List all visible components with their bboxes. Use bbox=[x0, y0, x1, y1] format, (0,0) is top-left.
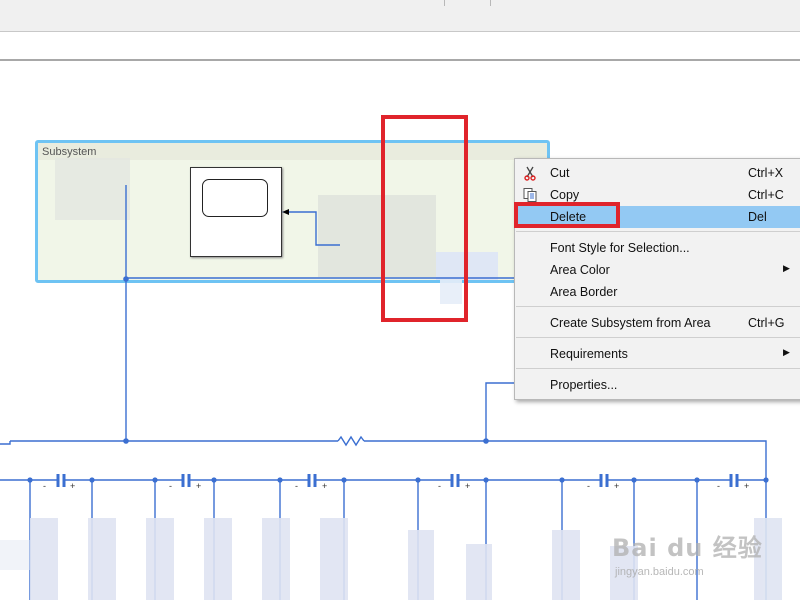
display-block-screen bbox=[202, 179, 268, 217]
plus-sign: + bbox=[70, 481, 76, 491]
submenu-arrow-icon: ▶ bbox=[783, 347, 790, 357]
minus-sign: - bbox=[717, 481, 720, 491]
menu-item-shortcut: Del bbox=[748, 210, 767, 224]
menu-separator bbox=[516, 337, 800, 338]
menu-item-label: Area Color bbox=[550, 263, 610, 277]
menu-item-requirements[interactable]: Requirements ▶ bbox=[515, 343, 800, 365]
menu-separator bbox=[516, 231, 800, 232]
menu-item-create-subsystem[interactable]: Create Subsystem from Area Ctrl+G bbox=[515, 312, 800, 334]
minus-sign: - bbox=[587, 481, 590, 491]
menu-item-shortcut: Ctrl+X bbox=[748, 166, 784, 180]
watermark-url: jingyan.baidu.com bbox=[615, 566, 704, 578]
signal-arrow bbox=[282, 209, 289, 215]
menu-separator bbox=[516, 306, 800, 307]
display-block[interactable] bbox=[190, 167, 282, 257]
submenu-arrow-icon: ▶ bbox=[783, 263, 790, 273]
menu-item-label: Font Style for Selection... bbox=[550, 241, 690, 255]
minus-sign: - bbox=[295, 481, 298, 491]
plus-sign: + bbox=[614, 481, 620, 491]
menu-item-label: Area Border bbox=[550, 285, 618, 299]
minus-sign: - bbox=[169, 481, 172, 491]
watermark-logo: Bai du 经验 bbox=[612, 534, 763, 562]
annotation-rectangle-delete bbox=[514, 202, 620, 228]
menu-item-shortcut: Ctrl+G bbox=[748, 316, 785, 330]
menu-item-font-style[interactable]: Font Style for Selection... bbox=[515, 237, 800, 259]
annotation-rectangle bbox=[381, 115, 468, 322]
menu-item-shortcut: Ctrl+C bbox=[748, 188, 784, 202]
menu-separator bbox=[516, 368, 800, 369]
minus-sign: - bbox=[438, 481, 441, 491]
menu-item-label: Copy bbox=[550, 188, 580, 202]
menu-item-properties[interactable]: Properties... bbox=[515, 374, 800, 396]
menu-item-label: Properties... bbox=[550, 378, 618, 392]
menu-item-area-border[interactable]: Area Border bbox=[515, 281, 800, 303]
context-menu[interactable]: Cut Ctrl+X Copy Ctrl+C Delete Del Font S… bbox=[514, 158, 800, 400]
menu-item-label: Cut bbox=[550, 166, 570, 180]
watermark: Bai du 经验 jingyan.baidu.com bbox=[612, 528, 763, 578]
plus-sign: + bbox=[465, 481, 471, 491]
plus-sign: + bbox=[196, 481, 202, 491]
menu-item-label: Requirements bbox=[550, 347, 628, 361]
copy-icon bbox=[523, 188, 537, 202]
scissors-icon bbox=[524, 166, 536, 181]
plus-sign: + bbox=[744, 481, 750, 491]
menu-item-area-color[interactable]: Area Color ▶ bbox=[515, 259, 800, 281]
plus-sign: + bbox=[322, 481, 328, 491]
minus-sign: - bbox=[43, 481, 46, 491]
menu-item-cut[interactable]: Cut Ctrl+X bbox=[515, 162, 800, 184]
menu-item-label: Create Subsystem from Area bbox=[550, 316, 711, 330]
